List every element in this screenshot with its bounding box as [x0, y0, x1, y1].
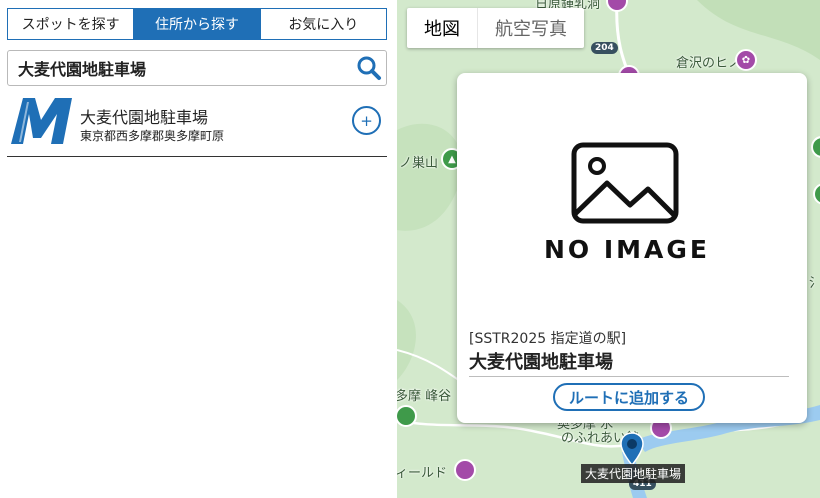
tab-spot-search[interactable]: スポットを探す	[8, 9, 133, 39]
map-type-satellite-button[interactable]: 航空写真	[477, 8, 584, 48]
map-label-right: 氵	[809, 276, 820, 291]
map-view[interactable]: 日原鍾乳洞 204 倉沢のヒノキ ✿ ノ巣山 ▲ 氵 多摩 峰谷 ィールド 奥多…	[397, 0, 820, 498]
map-label-mine: 多摩 峰谷	[397, 389, 452, 404]
search-panel: スポットを探す 住所から探す お気に入り 大麦代園地駐車場 東京都西多摩郡奥多	[0, 0, 397, 498]
map-label-field: ィールド	[397, 466, 448, 481]
map-label-mountain: ノ巣山	[399, 156, 439, 171]
road-number: 204	[591, 42, 618, 54]
info-popup: NO IMAGE [SSTR2025 指定道の駅] 大麦代園地駐車場 ルートに追…	[457, 73, 807, 423]
result-name: 大麦代園地駐車場	[80, 108, 209, 127]
marker-label: 大麦代園地駐車場	[581, 464, 686, 483]
map-type-control: 地図 航空写真	[407, 8, 584, 48]
search-box	[7, 50, 387, 86]
add-route-button[interactable]: ルートに追加する	[553, 383, 705, 411]
map-type-map-button[interactable]: 地図	[407, 8, 477, 48]
popup-title: 大麦代園地駐車場	[469, 348, 789, 377]
poi-field-icon[interactable]	[454, 459, 476, 481]
search-input[interactable]	[18, 51, 358, 85]
tab-address-search[interactable]: 住所から探す	[133, 9, 260, 39]
brand-logo-icon	[11, 98, 72, 144]
location-marker-icon[interactable]	[619, 432, 645, 467]
poi-hinoki-icon[interactable]: ✿	[735, 49, 757, 71]
list-item[interactable]: 大麦代園地駐車場 東京都西多摩郡奥多摩町原 +	[7, 92, 387, 157]
tab-favorites[interactable]: お気に入り	[259, 9, 386, 39]
add-to-route-button[interactable]: +	[352, 106, 381, 135]
app-root: スポットを探す 住所から探す お気に入り 大麦代園地駐車場 東京都西多摩郡奥多	[0, 0, 820, 498]
no-image-text: NO IMAGE	[543, 235, 710, 264]
search-mode-tabs: スポットを探す 住所から探す お気に入り	[7, 8, 387, 40]
result-address: 東京都西多摩郡奥多摩町原	[80, 129, 225, 143]
search-icon[interactable]	[356, 55, 382, 81]
popup-category: [SSTR2025 指定道の駅]	[469, 331, 627, 347]
